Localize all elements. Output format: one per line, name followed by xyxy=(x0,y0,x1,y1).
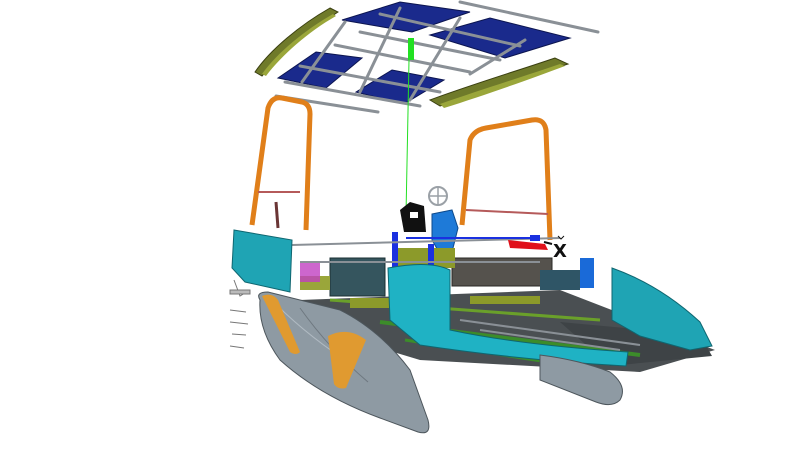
solar-panel-back-left xyxy=(341,1,471,33)
roll-bar-right xyxy=(459,117,553,241)
roof-center-green-bracket xyxy=(408,38,414,60)
cad-3d-viewport[interactable]: X xyxy=(0,0,800,464)
x-axis-arrow xyxy=(508,240,548,250)
roof-solar-assembly[interactable] xyxy=(254,0,600,114)
solar-panel-back-right xyxy=(428,17,572,59)
hull-side-panel-left xyxy=(231,229,293,293)
roof-side-rail-right xyxy=(428,57,570,107)
seat-blue-base xyxy=(431,209,459,255)
rear-brace xyxy=(274,201,280,229)
small-hardware-parts xyxy=(229,279,251,349)
helm-station xyxy=(400,186,459,255)
roll-bar-left xyxy=(249,95,313,231)
x-axis-label: X xyxy=(553,241,567,262)
